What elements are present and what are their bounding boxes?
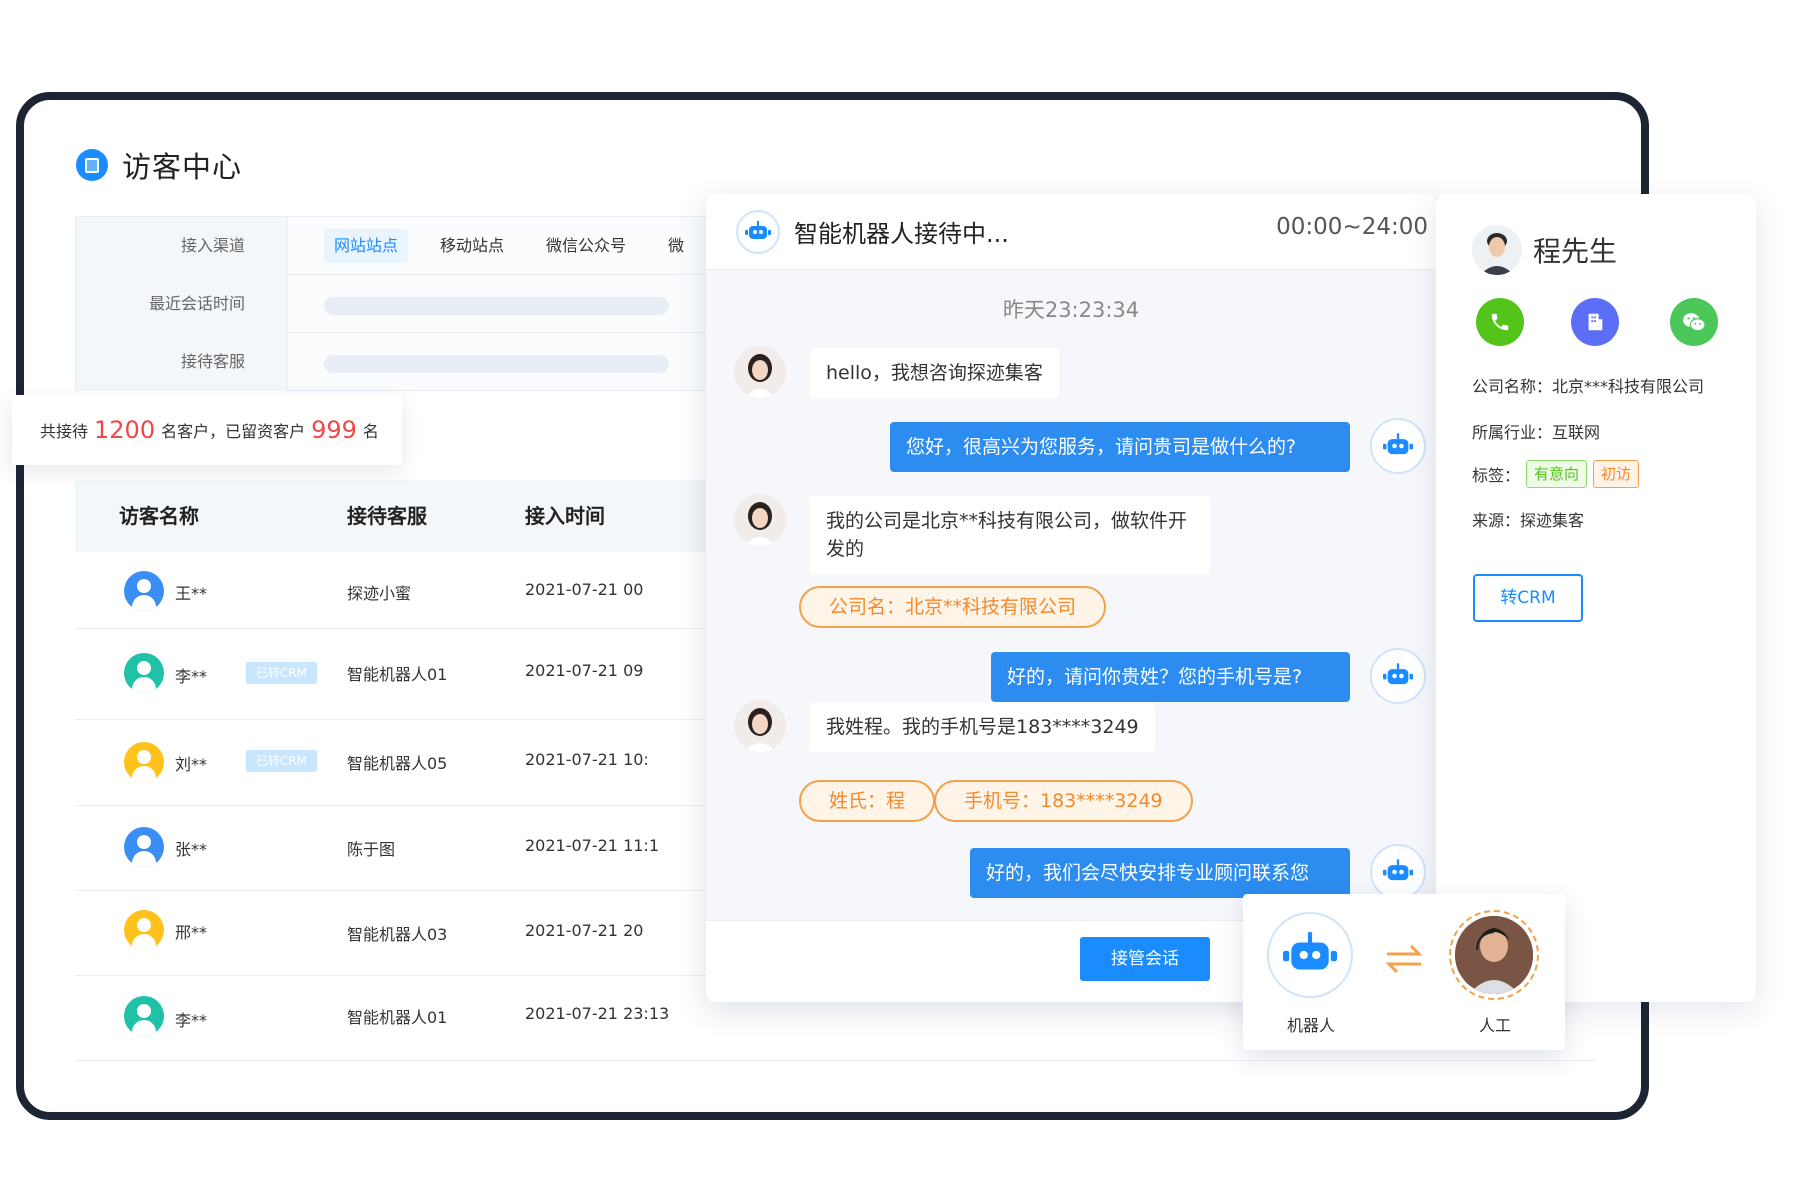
visitor-time: 2021-07-21 09 <box>525 661 644 680</box>
channel-wechat-official[interactable]: 微信公众号 <box>536 229 636 263</box>
chat-message-visitor: 我的公司是北京**科技有限公司，做软件开发的 <box>810 496 1210 574</box>
app-header: 访客中心 <box>76 144 242 186</box>
customer-tags: 标签： 有意向 初访 <box>1472 460 1645 488</box>
visitor-avatar-icon <box>124 910 164 950</box>
stats-leads-count: 999 <box>311 416 357 444</box>
filter-row-channel: 接入渠道 网站站点 移动站点 微信公众号 微 <box>76 217 754 275</box>
visitor-agent: 智能机器人03 <box>347 925 448 944</box>
robot-icon <box>1370 844 1426 900</box>
stats-middle: 名客户，已留资客户 <box>161 422 306 441</box>
page-title: 访客中心 <box>122 150 243 184</box>
reception-stats-card: 共接待 1200 名客户，已留资客户 999 名 <box>12 395 402 465</box>
visitor-name: 张** <box>175 840 208 859</box>
visitor-avatar-icon <box>124 571 164 611</box>
robot-icon <box>1370 418 1426 474</box>
wechat-icon[interactable] <box>1670 298 1718 346</box>
filter-row-last-session: 最近会话时间 <box>76 275 754 333</box>
tag-first-visit: 初访 <box>1593 460 1640 488</box>
customer-info-panel: 程先生 公司名称：北京***科技有限公司 所属行业：互联网 标签： 有意向 初访… <box>1436 194 1756 1002</box>
filter-row-agent: 接待客服 <box>76 333 754 391</box>
visitor-agent: 探迹小蜜 <box>347 584 412 603</box>
agent-placeholder[interactable] <box>324 355 669 373</box>
channel-mobile[interactable]: 移动站点 <box>430 229 514 263</box>
robot-label: 机器人 <box>1287 1016 1336 1035</box>
stats-total-count: 1200 <box>94 416 156 444</box>
visitor-avatar <box>734 494 786 546</box>
tags-label: 标签： <box>1472 466 1521 485</box>
visitor-avatar-icon <box>124 827 164 867</box>
tag-intent: 有意向 <box>1526 460 1588 488</box>
visitor-name: 王** <box>175 584 208 603</box>
extracted-phone-tag: 手机号：183****3249 <box>934 780 1193 822</box>
robot-icon <box>736 210 780 254</box>
visitor-avatar <box>734 700 786 752</box>
visitor-agent: 智能机器人05 <box>347 754 448 773</box>
customer-source: 来源：探迹集客 <box>1472 511 1585 530</box>
chat-message-bot: 好的，请问你贵姓？您的手机号是? <box>991 652 1350 702</box>
stats-suffix: 名 <box>362 422 379 441</box>
chat-title: 智能机器人接待中... <box>794 220 1009 248</box>
visitor-avatar-icon <box>124 653 164 693</box>
chat-message-bot: 您好，很高兴为您服务，请问贵司是做什么的? <box>890 422 1350 472</box>
column-access-time: 接入时间 <box>525 504 605 528</box>
visitor-avatar-icon <box>124 996 164 1036</box>
human-label: 人工 <box>1479 1016 1512 1035</box>
crm-status-badge: 已转CRM <box>246 750 317 772</box>
chat-message-bot: 好的，我们会尽快安排专业顾问联系您 <box>970 848 1350 898</box>
chat-header: 智能机器人接待中... 00:00~24:00 <box>706 194 1436 270</box>
visitor-name: 李** <box>175 1011 208 1030</box>
visitor-time: 2021-07-21 11:1 <box>525 836 659 855</box>
customer-name: 程先生 <box>1533 235 1618 268</box>
visitor-time: 2021-07-21 20 <box>525 921 644 940</box>
visitor-agent: 智能机器人01 <box>347 665 448 684</box>
visitor-avatar <box>734 346 786 398</box>
customer-avatar <box>1472 225 1522 275</box>
visitor-name: 李** <box>175 667 208 686</box>
human-agent-avatar[interactable] <box>1449 910 1539 1000</box>
customer-industry: 所属行业：互联网 <box>1472 423 1601 442</box>
visitor-time: 2021-07-21 23:13 <box>525 1004 670 1023</box>
extracted-company-tag: 公司名：北京**科技有限公司 <box>799 586 1107 628</box>
transfer-crm-button[interactable]: 转CRM <box>1473 574 1583 622</box>
column-visitor-name: 访客名称 <box>119 504 199 528</box>
channel-more[interactable]: 微 <box>658 229 694 263</box>
channel-label: 接入渠道 <box>76 217 288 275</box>
extracted-surname-tag: 姓氏：程 <box>799 780 936 822</box>
last-session-label: 最近会话时间 <box>76 275 288 333</box>
robot-icon <box>1370 648 1426 704</box>
chat-window: 智能机器人接待中... 00:00~24:00 昨天23:23:34 hello… <box>706 194 1436 1002</box>
switch-arrows-icon[interactable] <box>1383 942 1425 980</box>
customer-company: 公司名称：北京***科技有限公司 <box>1472 377 1705 396</box>
channel-website[interactable]: 网站站点 <box>324 229 409 263</box>
visitor-avatar-icon <box>124 742 164 782</box>
visitor-time: 2021-07-21 10: <box>525 750 649 769</box>
visitor-name: 邢** <box>175 923 208 942</box>
agent-label: 接待客服 <box>76 333 288 391</box>
visitor-agent: 陈于图 <box>347 840 396 859</box>
stats-prefix: 共接待 <box>40 422 89 441</box>
chat-message-visitor: hello，我想咨询探迹集客 <box>810 348 1059 398</box>
last-session-placeholder[interactable] <box>324 297 669 315</box>
visitor-agent: 智能机器人01 <box>347 1008 448 1027</box>
channel-tabs: 网站站点 移动站点 微信公众号 微 <box>324 229 694 263</box>
visitor-name: 刘** <box>175 755 208 774</box>
visitor-center-icon <box>76 149 108 181</box>
chat-message-visitor: 我姓程。我的手机号是183****3249 <box>810 702 1155 752</box>
chat-timestamp: 昨天23:23:34 <box>1002 298 1140 322</box>
company-icon[interactable] <box>1571 298 1619 346</box>
phone-icon[interactable] <box>1476 298 1524 346</box>
filter-panel: 接入渠道 网站站点 移动站点 微信公众号 微 最近会话时间 接待客服 <box>75 216 755 391</box>
visitor-time: 2021-07-21 00 <box>525 580 644 599</box>
takeover-session-button[interactable]: 接管会话 <box>1080 937 1210 981</box>
column-agent: 接待客服 <box>347 504 427 528</box>
robot-human-switch: 机器人 人工 <box>1243 894 1565 1050</box>
robot-agent-icon[interactable] <box>1267 912 1353 998</box>
crm-status-badge: 已转CRM <box>246 662 317 684</box>
service-hours: 00:00~24:00 <box>1276 214 1428 240</box>
